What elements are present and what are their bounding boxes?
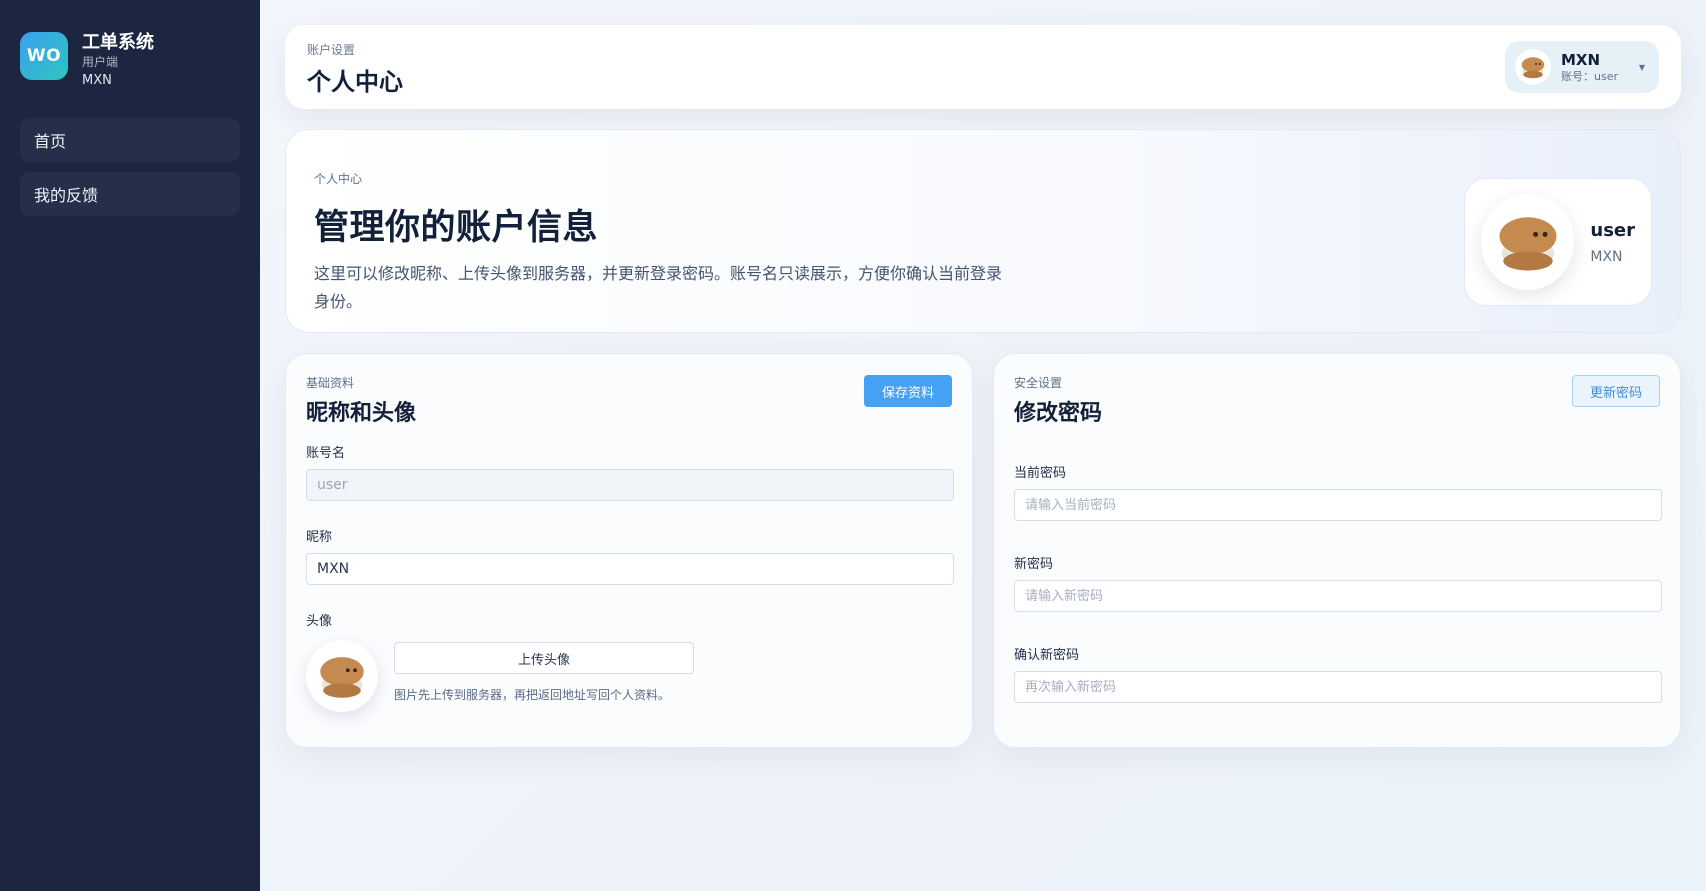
app-title: 工单系统 [82, 32, 154, 53]
user-menu-name: MXN [1561, 50, 1601, 69]
update-password-button[interactable]: 更新密码 [1572, 375, 1660, 407]
new-password-field[interactable] [1014, 580, 1662, 612]
sidebar-nav: 首页 我的反馈 [20, 118, 240, 216]
upload-hint: 图片先上传到服务器，再把返回地址写回个人资料。 [394, 688, 671, 702]
hero-title: 管理你的账户信息 [314, 208, 599, 248]
password-panel: 安全设置 修改密码 更新密码 当前密码 新密码 确认新密码 [993, 353, 1681, 748]
avatar [306, 640, 378, 712]
nickname-field[interactable] [306, 553, 954, 585]
profile-username: user [1590, 219, 1635, 241]
sidebar-item-my-feedback[interactable]: 我的反馈 [20, 172, 240, 216]
current-password-field[interactable] [1014, 489, 1662, 521]
caret-down-icon: ▼ [1638, 63, 1645, 72]
save-profile-button[interactable]: 保存资料 [864, 375, 952, 407]
confirm-password-field[interactable] [1014, 671, 1662, 703]
avatar-image-icon [1499, 217, 1557, 271]
account-label: 账号名 [306, 446, 346, 461]
account-field [306, 469, 954, 501]
hero-card: 个人中心 管理你的账户信息 这里可以修改昵称、上传头像到服务器，并更新登录密码。… [285, 129, 1681, 333]
app-logo: WO [20, 32, 68, 80]
user-menu-account: 账号：user [1561, 69, 1618, 83]
brand-text: 工单系统 用户端 MXN [82, 32, 154, 92]
avatar-image-icon [1521, 57, 1545, 79]
header-eyebrow: 账户设置 [307, 43, 356, 57]
brand: WO 工单系统 用户端 MXN [20, 32, 240, 92]
hero-description: 这里可以修改昵称、上传头像到服务器，并更新登录密码。账号名只读展示，方便你确认当… [314, 264, 1003, 311]
avatar [1515, 49, 1551, 85]
nickname-label: 昵称 [306, 530, 333, 545]
page-header: 账户设置 个人中心 MXN 账号：user ▼ [285, 25, 1681, 109]
password-panel-title: 修改密码 [1014, 401, 1103, 426]
sidebar-item-home[interactable]: 首页 [20, 118, 240, 162]
user-menu-text: MXN 账号：user [1561, 51, 1618, 84]
password-panel-eyebrow: 安全设置 [1014, 376, 1063, 390]
profile-summary-card: user MXN [1464, 178, 1652, 306]
app-subtitle: 用户端 [82, 55, 119, 69]
current-password-label: 当前密码 [1014, 466, 1067, 481]
new-password-label: 新密码 [1014, 557, 1054, 572]
user-menu[interactable]: MXN 账号：user ▼ [1505, 41, 1659, 93]
hero-eyebrow: 个人中心 [314, 172, 363, 186]
profile-panel: 基础资料 昵称和头像 保存资料 账号名 昵称 头像 上传头像 图片先上传到服务器… [285, 353, 973, 748]
sidebar: WO 工单系统 用户端 MXN 首页 我的反馈 [0, 0, 260, 891]
upload-avatar-button[interactable]: 上传头像 [394, 642, 694, 674]
confirm-password-label: 确认新密码 [1014, 648, 1080, 663]
page-title: 个人中心 [307, 68, 403, 96]
profile-nickname: MXN [1590, 248, 1623, 265]
avatar-label: 头像 [306, 614, 333, 629]
profile-summary-text: user MXN [1590, 220, 1635, 265]
profile-panel-title: 昵称和头像 [306, 401, 417, 426]
avatar-image-icon [320, 657, 364, 698]
avatar [1481, 194, 1575, 290]
profile-panel-eyebrow: 基础资料 [306, 376, 355, 390]
sidebar-username: MXN [82, 73, 112, 88]
